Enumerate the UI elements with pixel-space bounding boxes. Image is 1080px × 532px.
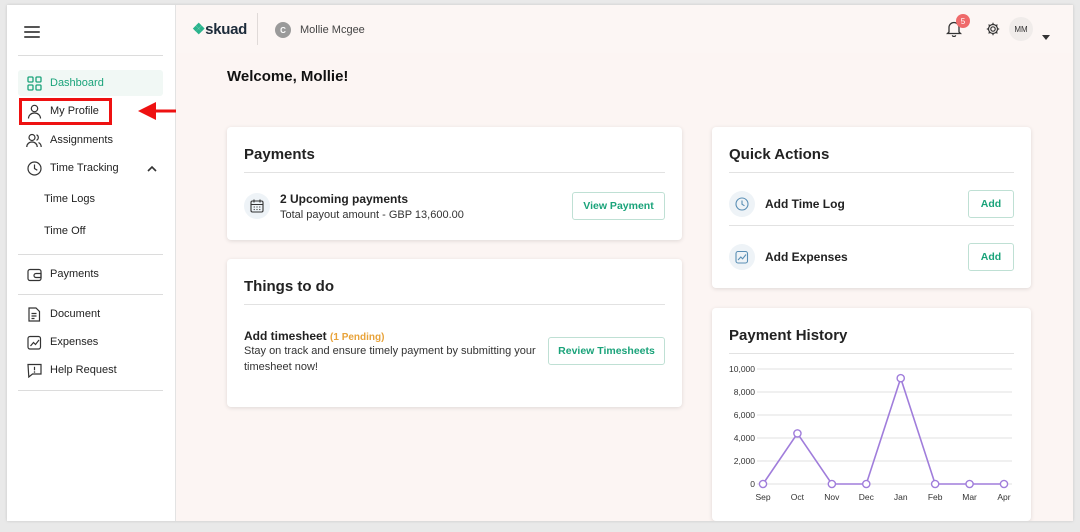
help-message-icon: [26, 362, 42, 378]
add-expenses-button[interactable]: Add: [968, 243, 1014, 271]
divider: [18, 294, 163, 295]
payment-history-chart: 10,000 8,000 6,000 4,000 2,000 0Sep Oct Nov Dec J…: [729, 364, 1012, 502]
document-icon: [26, 306, 42, 322]
sidebar-item-time-logs[interactable]: Time Logs: [44, 193, 95, 205]
x-tick-label: Mar: [962, 492, 977, 502]
divider: [257, 13, 258, 45]
upcoming-payments: 2 Upcoming payments: [280, 192, 409, 206]
divider: [244, 172, 665, 173]
main-content: ❖skuad C Mollie Mcgee 5 MM Welcome, Moll…: [176, 5, 1073, 521]
sidebar: Dashboard My Profile Assignments Time Tr…: [7, 5, 200, 521]
gear-icon[interactable]: [986, 22, 1000, 41]
chevron-up-icon[interactable]: [147, 163, 157, 175]
x-tick-label: Apr: [997, 492, 1010, 502]
view-payment-button[interactable]: View Payment: [572, 192, 665, 220]
data-point: [965, 479, 974, 489]
top-bar: ❖skuad C Mollie Mcgee 5 MM: [176, 5, 1073, 53]
sidebar-item-label: Document: [50, 308, 101, 320]
sidebar-item-document[interactable]: Document: [18, 301, 163, 327]
sidebar-item-time-tracking[interactable]: Time Tracking: [18, 155, 163, 181]
y-tick-label: 0: [750, 479, 755, 489]
payments-card: Payments 2 Upcoming payments Total payou…: [227, 127, 682, 240]
task-description: Stay on track and ensure timely payment …: [244, 345, 536, 357]
divider: [244, 304, 665, 305]
payment-history-card: Payment History 10,000 8,000 6,000 4,000 2,0…: [712, 308, 1031, 521]
card-title: Things to do: [244, 278, 334, 295]
user-name: Mollie Mcgee: [300, 24, 365, 36]
clock-icon: [729, 191, 755, 217]
divider: [729, 353, 1014, 354]
data-point: [827, 479, 837, 489]
logo[interactable]: ❖skuad: [192, 20, 247, 38]
sidebar-item-label: Help Request: [50, 364, 117, 376]
data-point: [896, 373, 906, 383]
card-title: Payments: [244, 146, 315, 163]
x-tick-label: Jan: [894, 492, 908, 502]
add-time-log-button[interactable]: Add: [968, 190, 1014, 218]
app-window: Dashboard My Profile Assignments Time Tr…: [7, 5, 1073, 521]
divider: [18, 254, 163, 255]
pending-badge: (1 Pending): [330, 332, 385, 343]
review-timesheets-button[interactable]: Review Timesheets: [548, 337, 665, 365]
page-title: Welcome, Mollie!: [227, 68, 349, 85]
data-point: [930, 479, 940, 489]
task-title: Add timesheet (1 Pending): [244, 329, 385, 343]
sidebar-item-label: Dashboard: [50, 77, 104, 89]
company-avatar: C: [275, 22, 291, 38]
grid-icon: [26, 75, 42, 91]
divider: [729, 172, 1014, 173]
divider: [729, 225, 1014, 226]
highlight-box: [19, 98, 112, 125]
quick-actions-card: Quick Actions Add Time Log Add Add Expen…: [712, 127, 1031, 288]
data-point: [758, 479, 768, 489]
quick-action-label: Add Expenses: [765, 250, 848, 264]
sidebar-item-expenses[interactable]: Expenses: [18, 329, 163, 355]
sidebar-item-label: Payments: [50, 268, 99, 280]
trend-chart-icon: [26, 334, 42, 350]
y-tick-label: 2,000: [734, 456, 756, 466]
trend-chart-icon: [729, 244, 755, 270]
divider: [18, 390, 163, 391]
sidebar-item-dashboard[interactable]: Dashboard: [18, 70, 163, 96]
x-tick-label: Feb: [928, 492, 943, 502]
quick-action-label: Add Time Log: [765, 197, 845, 211]
card-title: Payment History: [729, 327, 848, 344]
things-to-do-card: Things to do Add timesheet (1 Pending) S…: [227, 259, 682, 407]
sidebar-item-help-request[interactable]: Help Request: [18, 357, 163, 383]
wallet-icon: [26, 266, 42, 282]
x-tick-label: Sep: [755, 492, 770, 502]
y-tick-label: 8,000: [734, 387, 756, 397]
sidebar-item-label: Expenses: [50, 336, 99, 348]
sidebar-item-label: Time Tracking: [50, 162, 119, 174]
notification-badge: 5: [956, 14, 970, 28]
sidebar-item-assignments[interactable]: Assignments: [18, 127, 163, 153]
card-title: Quick Actions: [729, 146, 830, 163]
x-tick-label: Dec: [859, 492, 875, 502]
payout-amount: Total payout amount - GBP 13,600.00: [280, 209, 464, 221]
data-point: [793, 429, 802, 438]
users-icon: [26, 132, 42, 148]
sidebar-item-time-off[interactable]: Time Off: [44, 225, 86, 237]
y-tick-label: 4,000: [734, 433, 756, 443]
user-avatar[interactable]: MM: [1009, 17, 1033, 41]
task-description: timesheet now!: [244, 361, 318, 373]
menu-icon[interactable]: [24, 26, 40, 40]
sidebar-item-label: Assignments: [50, 134, 113, 146]
y-tick-label: 6,000: [734, 410, 756, 420]
clock-icon: [26, 160, 42, 176]
caret-down-icon[interactable]: [1042, 27, 1050, 45]
data-point: [861, 479, 871, 489]
x-tick-label: Oct: [791, 492, 805, 502]
y-tick-label: 10,000: [729, 364, 755, 374]
calendar-icon: [244, 193, 270, 219]
data-point: [999, 479, 1009, 489]
sidebar-item-payments[interactable]: Payments: [18, 261, 163, 287]
divider: [18, 55, 163, 56]
x-tick-label: Nov: [824, 492, 840, 502]
